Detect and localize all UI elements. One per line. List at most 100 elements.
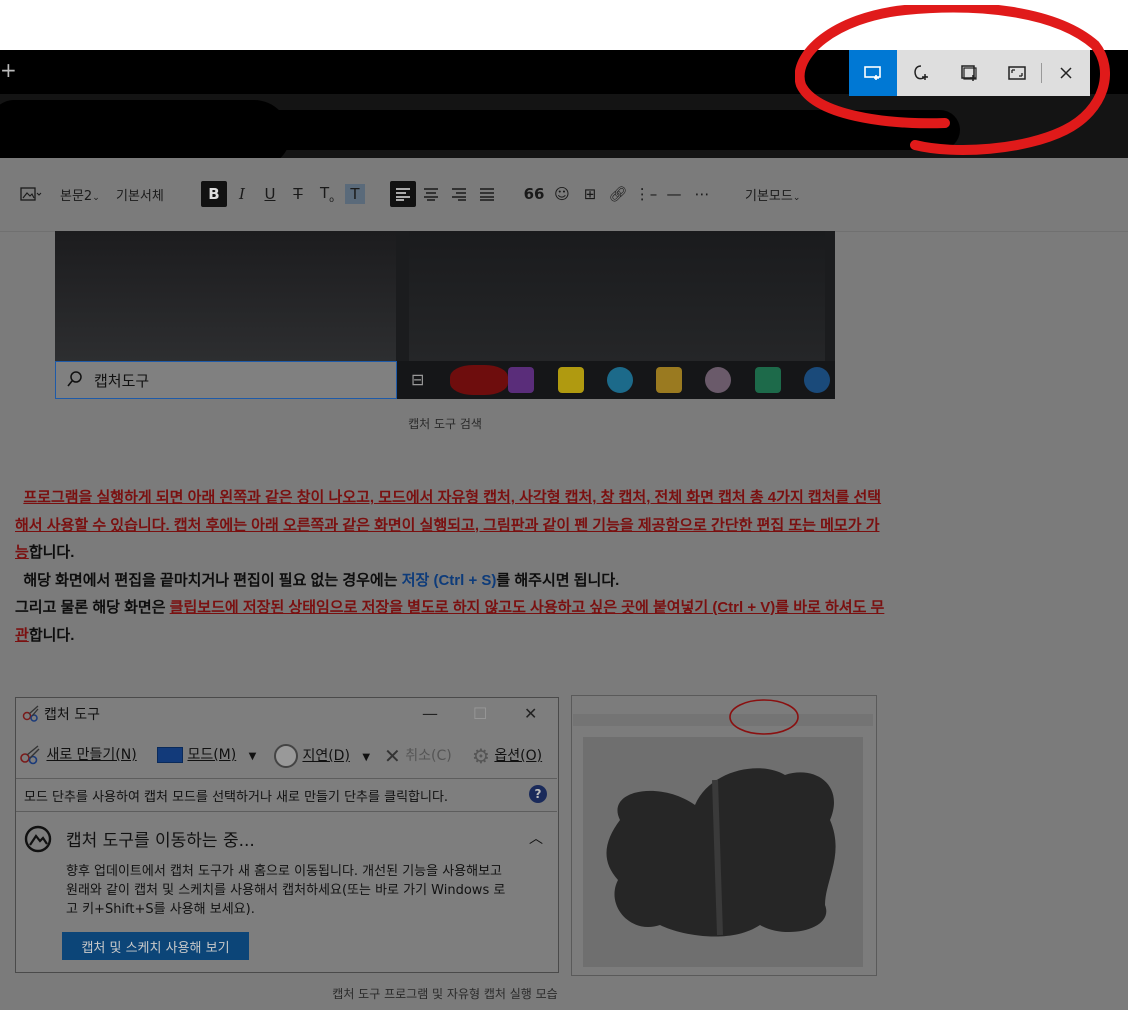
new-snip-label: 새로 만들기(N): [46, 747, 137, 763]
paragraph-style-label: 본문2: [60, 189, 93, 204]
mini-toolbar: [573, 714, 873, 726]
paragraph-style-select[interactable]: 본문2⌄: [60, 185, 100, 204]
help-icon[interactable]: ?: [529, 785, 547, 803]
snipping-tool-icon: [705, 367, 731, 393]
clock-icon: [274, 744, 298, 768]
underline-icon: U: [264, 185, 276, 203]
kakaotalk-icon: [558, 367, 584, 393]
more-icon: ⋯: [694, 185, 710, 203]
figure-caption: 캡처 도구 프로그램 및 자유형 캡처 실행 모습: [332, 987, 558, 1001]
try-snip-sketch-button[interactable]: 캡처 및 스케치 사용해 보기: [62, 932, 249, 960]
quote-icon: 66: [523, 185, 545, 203]
moving-title: 캡처 도구를 이동하는 중...: [66, 831, 255, 851]
snip-sketch-icon: [24, 825, 52, 853]
link-icon: 🔗︎: [608, 185, 628, 203]
mode-label-text: 모드(M): [187, 747, 237, 763]
align-justify-icon: [480, 188, 494, 201]
hint-text: 모드 단추를 사용하여 캡처 모드를 선택하거나 새로 만들기 단추를 클릭합니…: [24, 790, 449, 805]
align-right-button[interactable]: [450, 184, 468, 204]
close-icon: ✕: [524, 704, 538, 723]
page: + 본문2⌄ 기본서체 B I U T To T 66 ☺ ⊞ 🔗︎ ⋮– — …: [0, 0, 1128, 1010]
collapse-chevron-icon[interactable]: ︿: [529, 828, 543, 848]
maximize-icon: ☐: [473, 704, 488, 723]
dropdown-arrow-icon: ▼: [362, 752, 371, 763]
link-button[interactable]: 🔗︎: [608, 184, 628, 204]
italic-button[interactable]: I: [234, 184, 250, 204]
chevron-down-icon: ⌄: [792, 193, 801, 203]
save-shortcut-text: 저장 (Ctrl + S): [401, 571, 497, 589]
cancel-label: 취소(C): [405, 748, 452, 764]
highlight-button[interactable]: T: [345, 184, 365, 204]
window-close-button[interactable]: ✕: [524, 704, 537, 723]
mode-button[interactable]: 모드(M) ▼: [157, 744, 256, 764]
highlight-icon: T: [350, 185, 360, 203]
divider-button[interactable]: —: [665, 184, 683, 204]
red-annotation-circle: [795, 5, 1110, 155]
plain-text: 그리고 물론 해당 화면은: [15, 599, 170, 616]
divider: [16, 811, 557, 812]
align-left-button[interactable]: [390, 181, 416, 207]
moving-body: 향후 업데이트에서 캡처 도구가 새 홈으로 이동됩니다. 개선된 기능을 사용…: [66, 864, 506, 917]
mode-label: 기본모드: [745, 189, 793, 204]
strikethrough-icon: T: [293, 185, 303, 203]
image-insert-button[interactable]: [18, 184, 44, 204]
quote-button[interactable]: 66: [523, 184, 545, 204]
align-center-icon: [424, 188, 438, 201]
mini-red-annotation-icon: [729, 699, 799, 735]
image-icon: [20, 187, 42, 201]
new-snip-button[interactable]: 새로 만들기(N): [18, 744, 137, 766]
new-tab-button[interactable]: +: [0, 58, 17, 82]
emoji-button[interactable]: ☺: [553, 184, 571, 204]
freeform-snip-shape: [606, 768, 836, 937]
mode-select[interactable]: 기본모드⌄: [745, 185, 800, 204]
delay-button[interactable]: 지연(D) ▼: [274, 744, 370, 768]
desktop-area: [409, 231, 825, 361]
options-label: 옵션(O): [494, 748, 543, 764]
options-button[interactable]: ⚙ 옵션(O): [472, 744, 542, 768]
start-menu-area: [55, 231, 396, 361]
app-icon: [755, 367, 781, 393]
bold-icon: B: [208, 185, 220, 203]
align-center-button[interactable]: [422, 184, 440, 204]
try-snip-sketch-label: 캡처 및 스케치 사용해 보기: [81, 940, 230, 956]
align-justify-button[interactable]: [478, 184, 496, 204]
paragraph-line-3: 그리고 물론 해당 화면은 클립보드에 저장된 상태임으로 저장을 별도로 하지…: [15, 594, 885, 649]
font-color-button[interactable]: To: [317, 184, 337, 204]
task-view-icon: ⊟: [411, 370, 425, 389]
scissors-icon: [22, 705, 39, 722]
cancel-button[interactable]: ✕ 취소(C): [384, 744, 452, 768]
plain-text: 를 해주시면 됩니다.: [496, 571, 620, 589]
paragraph-line-1: 프로그램을 실행하게 되면 아래 왼쪽과 같은 창이 나오고, 모드에서 자유형…: [15, 484, 885, 567]
minimize-button[interactable]: —: [422, 704, 438, 723]
taskbar-search-box: 캡처도구: [55, 361, 397, 399]
edge-icon: [607, 367, 633, 393]
window-title: 캡처 도구: [44, 707, 100, 723]
divider-icon: —: [666, 185, 682, 203]
list-icon: ⋮–: [634, 185, 658, 203]
divider: [16, 778, 557, 779]
mode-icon: [157, 747, 183, 763]
strikethrough-button[interactable]: T: [290, 184, 306, 204]
underline-button[interactable]: U: [262, 184, 278, 204]
bold-button[interactable]: B: [201, 181, 227, 207]
delay-label: 지연(D): [302, 748, 350, 764]
maximize-button[interactable]: ☐: [473, 704, 487, 723]
emoji-icon: ☺: [554, 185, 570, 203]
dropdown-arrow-icon: ▼: [248, 751, 257, 762]
figure-caption: 캡처 도구 검색: [408, 417, 482, 431]
font-select[interactable]: 기본서체: [116, 185, 164, 204]
plain-text: 해당 화면에서 편집을 끝마치거나 편집이 필요 없는 경우에는: [23, 571, 402, 589]
redaction-scribble-taskbar: [450, 365, 508, 395]
paragraph-line-2: 해당 화면에서 편집을 끝마치거나 편집이 필요 없는 경우에는 저장 (Ctr…: [15, 567, 885, 595]
cancel-x-icon: ✕: [384, 744, 401, 768]
list-button[interactable]: ⋮–: [634, 184, 658, 204]
minimize-icon: —: [422, 704, 438, 723]
chevron-down-icon: ⌄: [92, 193, 100, 203]
body-paragraph: 프로그램을 실행하게 되면 아래 왼쪽과 같은 창이 나오고, 모드에서 자유형…: [15, 484, 885, 649]
more-button[interactable]: ⋯: [693, 184, 711, 204]
font-color-icon: To: [319, 184, 335, 204]
plain-text: 합니다.: [28, 544, 75, 561]
scissors-icon: [20, 745, 40, 765]
table-button[interactable]: ⊞: [581, 184, 599, 204]
font-label: 기본서체: [116, 189, 164, 204]
